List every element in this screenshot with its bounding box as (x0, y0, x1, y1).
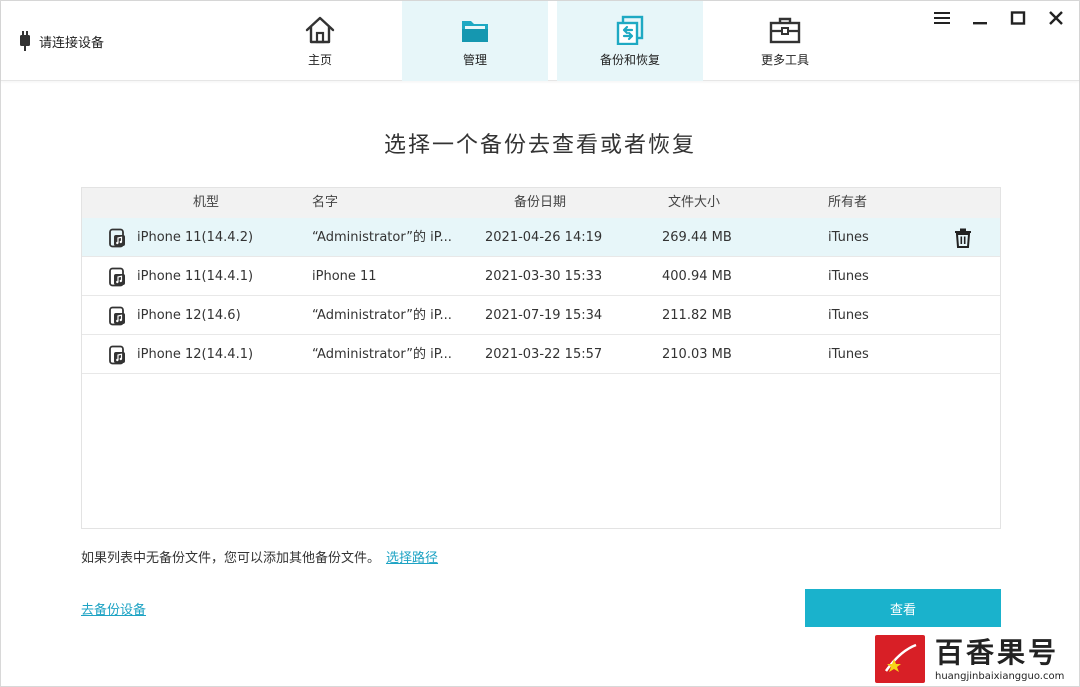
column-header-name[interactable]: 名字 (312, 188, 338, 218)
backup-restore-icon (616, 15, 644, 45)
row-name: “Administrator”的 iP... (312, 308, 452, 323)
tab-manage-label: 管理 (462, 53, 487, 67)
close-button[interactable] (1045, 7, 1067, 29)
menu-button[interactable] (931, 7, 953, 29)
tab-home[interactable]: 主页 (247, 1, 393, 81)
home-icon (305, 16, 335, 44)
row-name: “Administrator”的 iP... (312, 347, 452, 362)
delete-backup-button[interactable] (954, 228, 972, 248)
row-owner: iTunes (828, 269, 869, 284)
table-row[interactable]: iPhone 12(14.4.1) “Administrator”的 iP...… (82, 335, 1000, 374)
watermark-logo-icon (875, 635, 925, 683)
row-size: 400.94 MB (662, 269, 732, 284)
tab-home-label: 主页 (307, 53, 332, 67)
row-model: iPhone 12(14.6) (137, 308, 241, 323)
column-header-model[interactable]: 机型 (193, 188, 219, 218)
select-path-link[interactable]: 选择路径 (386, 551, 438, 566)
window-controls (931, 7, 1067, 29)
iphone-backup-icon (107, 306, 127, 326)
row-owner: iTunes (828, 347, 869, 362)
maximize-button[interactable] (1007, 7, 1029, 29)
column-header-size[interactable]: 文件大小 (668, 188, 720, 218)
row-size: 211.82 MB (662, 308, 732, 323)
watermark-url: huangjinbaixiangguo.com (935, 670, 1065, 682)
tab-more-tools-label: 更多工具 (760, 53, 809, 67)
trash-icon (955, 228, 971, 248)
row-model: iPhone 12(14.4.1) (137, 347, 254, 362)
maximize-icon (1010, 11, 1026, 25)
tab-backup-restore[interactable]: 备份和恢复 (557, 1, 703, 81)
watermark: 百香果号 huangjinbaixiangguo.com (875, 633, 1065, 685)
iphone-backup-icon (107, 267, 127, 287)
row-name: iPhone 11 (312, 269, 377, 284)
usb-cable-icon (20, 31, 30, 51)
iphone-backup-icon (107, 345, 127, 365)
row-date: 2021-07-19 15:34 (485, 308, 603, 323)
hamburger-icon (934, 12, 950, 24)
iphone-backup-icon (107, 228, 127, 248)
backup-table: 机型 名字 备份日期 文件大小 所有者 iPhone 11(14.4.2) “A… (81, 187, 1001, 529)
row-date: 2021-04-26 14:19 (485, 230, 603, 245)
row-owner: iTunes (828, 230, 869, 245)
table-header: 机型 名字 备份日期 文件大小 所有者 (82, 188, 1000, 218)
view-button[interactable]: 查看 (805, 589, 1001, 627)
row-name: “Administrator”的 iP... (312, 230, 452, 245)
table-row[interactable]: iPhone 12(14.6) “Administrator”的 iP... 2… (82, 296, 1000, 335)
close-icon (1049, 11, 1063, 25)
no-backup-hint: 如果列表中无备份文件，您可以添加其他备份文件。 选择路径 (81, 547, 438, 566)
column-header-date[interactable]: 备份日期 (514, 188, 566, 218)
folder-icon (462, 21, 488, 42)
table-row[interactable]: iPhone 11(14.4.1) iPhone 11 2021-03-30 1… (82, 257, 1000, 296)
minimize-icon (973, 22, 987, 25)
row-size: 210.03 MB (662, 347, 732, 362)
row-model: iPhone 11(14.4.1) (137, 269, 254, 284)
top-bar: 请连接设备 主页 管理 备份和恢复 更多工具 (1, 1, 1079, 81)
hint-text: 如果列表中无备份文件，您可以添加其他备份文件。 (81, 551, 381, 566)
tab-manage[interactable]: 管理 (402, 1, 548, 81)
page-title: 选择一个备份去查看或者恢复 (383, 133, 696, 158)
device-status-label: 请连接设备 (39, 35, 105, 51)
row-date: 2021-03-22 15:57 (485, 347, 603, 362)
table-row[interactable]: iPhone 11(14.4.2) “Administrator”的 iP...… (82, 218, 1000, 257)
row-owner: iTunes (828, 308, 869, 323)
row-size: 269.44 MB (662, 230, 732, 245)
device-status: 请连接设备 (19, 29, 104, 53)
go-backup-link[interactable]: 去备份设备 (81, 599, 146, 618)
minimize-button[interactable] (969, 7, 991, 29)
toolbox-icon (769, 17, 801, 44)
watermark-brand: 百香果号 (935, 635, 1060, 669)
row-model: iPhone 11(14.4.2) (137, 230, 254, 245)
row-date: 2021-03-30 15:33 (485, 269, 603, 284)
column-header-owner[interactable]: 所有者 (828, 188, 867, 218)
tab-more-tools[interactable]: 更多工具 (712, 1, 858, 81)
tab-backup-restore-label: 备份和恢复 (599, 53, 660, 67)
